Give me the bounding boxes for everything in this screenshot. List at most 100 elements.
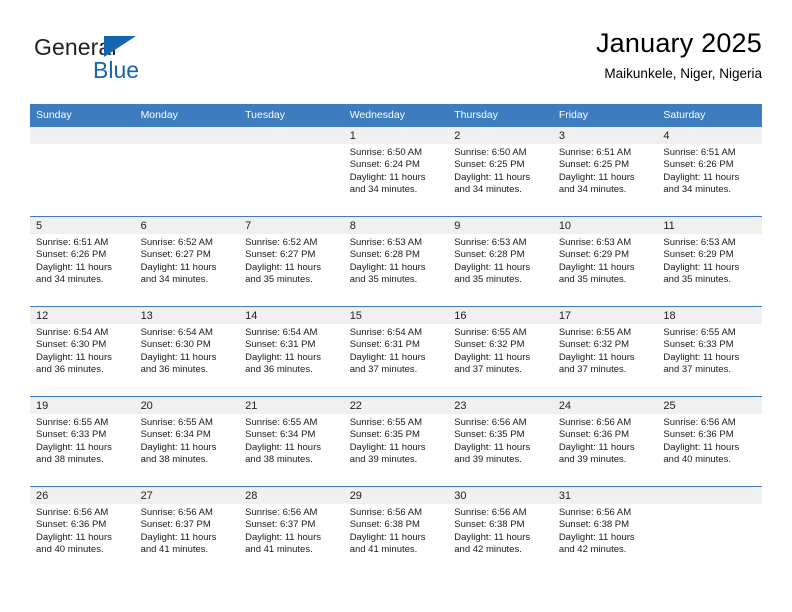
sunset-time: Sunset: 6:35 PM xyxy=(349,429,420,441)
calendar-day-cell-empty xyxy=(657,486,762,577)
calendar-week-row: 12 Sunrise: 6:54 AM Sunset: 6:30 PM Dayligh… xyxy=(30,306,762,397)
day-number: 14 xyxy=(239,307,344,324)
sunset-time: Sunset: 6:36 PM xyxy=(558,429,630,441)
calendar-day-cell[interactable]: 13 Sunrise: 6:54 AM Sunset: 6:30 PM Dayligh… xyxy=(134,306,240,397)
calendar-day-cell[interactable]: 20 Sunrise: 6:55 AM Sunset: 6:34 PM Dayligh… xyxy=(134,396,240,487)
calendar-day-cell[interactable]: 16 Sunrise: 6:55 AM Sunset: 6:32 PM Dayligh… xyxy=(448,306,553,397)
sunrise-time: Sunrise: 6:56 AM xyxy=(349,507,423,518)
page-title: January 2025 xyxy=(595,28,762,58)
sunset-time: Sunset: 6:30 PM xyxy=(36,339,107,351)
day-details: Sunrise: 6:50 AM Sunset: 6:24 PM Daylight:… xyxy=(344,144,449,197)
sunset-time: Sunset: 6:32 PM xyxy=(454,339,525,351)
daylight-line-1: Daylight: 11 hours xyxy=(349,261,426,273)
day-number: 15 xyxy=(343,307,449,324)
day-number: 28 xyxy=(239,487,344,504)
sunrise-time: Sunrise: 6:55 AM xyxy=(663,327,736,338)
daylight-line-2: and 35 minutes. xyxy=(349,274,418,286)
calendar-day-cell[interactable]: 29 Sunrise: 6:56 AM Sunset: 6:38 PM Dayligh… xyxy=(343,486,449,577)
calendar-day-cell[interactable]: 7 Sunrise: 6:52 AM Sunset: 6:27 PM Daylight… xyxy=(239,216,344,307)
day-number xyxy=(239,127,344,144)
daylight-line-1: Daylight: 11 hours xyxy=(140,261,217,273)
calendar-day-cell[interactable]: 12 Sunrise: 6:54 AM Sunset: 6:30 PM Dayligh… xyxy=(30,306,135,397)
daylight-line-1: Daylight: 11 hours xyxy=(245,351,321,363)
day-details: Sunrise: 6:53 AM Sunset: 6:29 PM Daylight:… xyxy=(553,234,658,287)
calendar-day-cell[interactable]: 11 Sunrise: 6:53 AM Sunset: 6:29 PM Dayligh… xyxy=(657,216,762,307)
calendar-day-cell-empty xyxy=(134,126,240,217)
daylight-line-2: and 41 minutes. xyxy=(140,544,209,556)
sunrise-time: Sunrise: 6:56 AM xyxy=(558,507,632,518)
calendar-day-cell[interactable]: 25 Sunrise: 6:56 AM Sunset: 6:36 PM Dayligh… xyxy=(657,396,762,487)
calendar-day-cell[interactable]: 30 Sunrise: 6:56 AM Sunset: 6:38 PM Dayligh… xyxy=(448,486,553,577)
sunset-time: Sunset: 6:31 PM xyxy=(245,339,316,351)
weekday-header-monday: Monday xyxy=(134,104,240,127)
sunrise-time: Sunrise: 6:54 AM xyxy=(140,327,213,338)
calendar-page: General Blue January 2025 Maikunkele, Ni… xyxy=(0,0,792,612)
daylight-line-2: and 39 minutes. xyxy=(558,454,627,466)
sunrise-time: Sunrise: 6:56 AM xyxy=(245,507,318,518)
weekday-header-sunday: Sunday xyxy=(30,104,135,127)
calendar-day-cell[interactable]: 28 Sunrise: 6:56 AM Sunset: 6:37 PM Dayligh… xyxy=(239,486,344,577)
calendar-day-cell[interactable]: 23 Sunrise: 6:56 AM Sunset: 6:35 PM Dayligh… xyxy=(448,396,553,487)
sunset-time: Sunset: 6:36 PM xyxy=(36,519,107,531)
day-details: Sunrise: 6:54 AM Sunset: 6:31 PM Daylight:… xyxy=(344,324,449,377)
calendar-day-cell[interactable]: 4 Sunrise: 6:51 AM Sunset: 6:26 PM Daylight… xyxy=(657,126,762,217)
day-number: 3 xyxy=(552,127,658,144)
sunset-time: Sunset: 6:25 PM xyxy=(558,159,630,171)
sunset-time: Sunset: 6:33 PM xyxy=(663,339,734,351)
day-number: 24 xyxy=(552,397,658,414)
sunset-time: Sunset: 6:38 PM xyxy=(349,519,420,531)
sunrise-time: Sunrise: 6:56 AM xyxy=(454,417,527,428)
general-blue-logo[interactable]: General Blue xyxy=(34,34,234,90)
day-details: Sunrise: 6:53 AM Sunset: 6:29 PM Daylight:… xyxy=(657,234,762,287)
calendar-day-cell[interactable]: 3 Sunrise: 6:51 AM Sunset: 6:25 PM Daylight… xyxy=(552,126,658,217)
day-number: 5 xyxy=(30,217,135,234)
logo-triangle-icon xyxy=(104,36,136,57)
sunrise-time: Sunrise: 6:52 AM xyxy=(140,237,213,248)
calendar-day-cell[interactable]: 21 Sunrise: 6:55 AM Sunset: 6:34 PM Dayligh… xyxy=(239,396,344,487)
daylight-line-2: and 35 minutes. xyxy=(663,274,731,286)
day-number: 21 xyxy=(239,397,344,414)
day-details: Sunrise: 6:56 AM Sunset: 6:36 PM Daylight:… xyxy=(657,414,762,467)
calendar-day-cell[interactable]: 8 Sunrise: 6:53 AM Sunset: 6:28 PM Daylight… xyxy=(343,216,449,307)
day-details: Sunrise: 6:51 AM Sunset: 6:26 PM Daylight:… xyxy=(657,144,762,197)
daylight-line-2: and 35 minutes. xyxy=(245,274,313,286)
sunset-time: Sunset: 6:31 PM xyxy=(349,339,420,351)
calendar-day-cell[interactable]: 2 Sunrise: 6:50 AM Sunset: 6:25 PM Daylight… xyxy=(448,126,553,217)
calendar-day-cell[interactable]: 14 Sunrise: 6:54 AM Sunset: 6:31 PM Dayligh… xyxy=(239,306,344,397)
daylight-line-2: and 34 minutes. xyxy=(663,184,731,196)
calendar-day-cell[interactable]: 18 Sunrise: 6:55 AM Sunset: 6:33 PM Dayligh… xyxy=(657,306,762,397)
daylight-line-2: and 34 minutes. xyxy=(558,184,627,196)
weekday-header-tuesday: Tuesday xyxy=(239,104,344,127)
calendar-day-cell[interactable]: 26 Sunrise: 6:56 AM Sunset: 6:36 PM Dayligh… xyxy=(30,486,135,577)
daylight-line-1: Daylight: 11 hours xyxy=(454,531,531,543)
daylight-line-1: Daylight: 11 hours xyxy=(349,351,426,363)
calendar-day-cell[interactable]: 19 Sunrise: 6:55 AM Sunset: 6:33 PM Dayligh… xyxy=(30,396,135,487)
daylight-line-1: Daylight: 11 hours xyxy=(558,351,635,363)
calendar-day-cell[interactable]: 15 Sunrise: 6:54 AM Sunset: 6:31 PM Dayligh… xyxy=(343,306,449,397)
calendar-day-cell[interactable]: 6 Sunrise: 6:52 AM Sunset: 6:27 PM Daylight… xyxy=(134,216,240,307)
calendar-day-cell[interactable]: 31 Sunrise: 6:56 AM Sunset: 6:38 PM Dayligh… xyxy=(552,486,658,577)
calendar-day-cell[interactable]: 5 Sunrise: 6:51 AM Sunset: 6:26 PM Daylight… xyxy=(30,216,135,307)
daylight-line-1: Daylight: 11 hours xyxy=(140,441,217,453)
calendar-day-cell[interactable]: 22 Sunrise: 6:55 AM Sunset: 6:35 PM Dayligh… xyxy=(343,396,449,487)
sunrise-time: Sunrise: 6:55 AM xyxy=(140,417,213,428)
calendar-day-cell[interactable]: 17 Sunrise: 6:55 AM Sunset: 6:32 PM Dayligh… xyxy=(552,306,658,397)
day-number: 30 xyxy=(448,487,553,504)
calendar-day-cell[interactable]: 1 Sunrise: 6:50 AM Sunset: 6:24 PM Daylight… xyxy=(343,126,449,217)
day-number: 2 xyxy=(448,127,553,144)
calendar-day-cell[interactable]: 9 Sunrise: 6:53 AM Sunset: 6:28 PM Daylight… xyxy=(448,216,553,307)
day-number: 4 xyxy=(657,127,762,144)
sunrise-time: Sunrise: 6:53 AM xyxy=(663,237,736,248)
day-number: 7 xyxy=(239,217,344,234)
sunrise-time: Sunrise: 6:56 AM xyxy=(558,417,632,428)
daylight-line-1: Daylight: 11 hours xyxy=(245,261,321,273)
calendar-day-cell[interactable]: 27 Sunrise: 6:56 AM Sunset: 6:37 PM Dayligh… xyxy=(134,486,240,577)
sunrise-time: Sunrise: 6:55 AM xyxy=(36,417,109,428)
sunrise-time: Sunrise: 6:51 AM xyxy=(663,147,736,158)
sunset-time: Sunset: 6:28 PM xyxy=(349,249,420,261)
daylight-line-1: Daylight: 11 hours xyxy=(454,441,531,453)
calendar-day-cell[interactable]: 24 Sunrise: 6:56 AM Sunset: 6:36 PM Dayligh… xyxy=(552,396,658,487)
sunrise-time: Sunrise: 6:50 AM xyxy=(349,147,423,158)
calendar-day-cell[interactable]: 10 Sunrise: 6:53 AM Sunset: 6:29 PM Dayligh… xyxy=(552,216,658,307)
sunset-time: Sunset: 6:32 PM xyxy=(558,339,630,351)
